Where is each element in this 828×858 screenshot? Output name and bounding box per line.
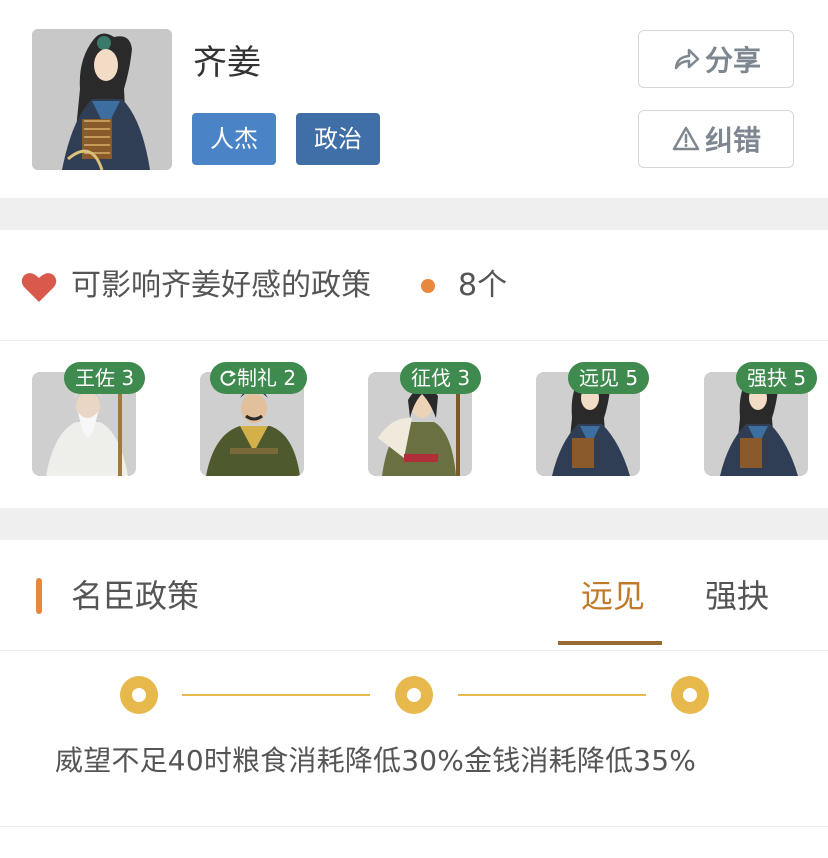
ministers-header: 名臣政策 远见 强抉 xyxy=(0,540,828,651)
level-timeline xyxy=(0,651,828,741)
favor-title: 可影响齐姜好感的政策 xyxy=(71,268,371,303)
timeline-connector xyxy=(182,694,370,696)
share-label: 分享 xyxy=(704,44,761,77)
character-name: 齐姜 xyxy=(193,43,261,83)
character-portrait xyxy=(32,29,172,170)
ministers-title: 名臣政策 xyxy=(71,577,200,615)
tag-zhengzhi[interactable]: 政治 xyxy=(296,113,380,165)
profile-header: 齐姜 人杰 政治 分享 纠错 xyxy=(0,0,828,198)
tag-renjie[interactable]: 人杰 xyxy=(192,113,276,165)
warning-icon xyxy=(672,126,700,151)
section-accent-bar xyxy=(36,578,42,614)
active-tab-underline xyxy=(558,641,662,645)
separator-dot xyxy=(421,279,435,293)
level-node-3[interactable] xyxy=(671,676,709,714)
policy-badge-yuanjian: 远见 5 xyxy=(568,362,650,394)
section-divider xyxy=(0,508,828,540)
favor-header: 可影响齐姜好感的政策 8个 xyxy=(0,230,828,341)
refresh-icon xyxy=(220,370,236,386)
policy-badge-zhili: 制礼 2 xyxy=(210,362,308,394)
share-icon xyxy=(674,48,700,70)
share-button[interactable]: 分享 xyxy=(638,30,794,88)
tab-yuanjian[interactable]: 远见 xyxy=(581,574,645,618)
report-error-button[interactable]: 纠错 xyxy=(638,110,794,168)
report-label: 纠错 xyxy=(704,124,761,157)
policy-badge-qiangjue: 强抉 5 xyxy=(736,362,818,394)
level-node-1[interactable] xyxy=(120,676,158,714)
policy-list: 王佐 3 制礼 2 征伐 3 远见 5 强抉 5 xyxy=(0,341,828,508)
policy-badge-zhili-label: 制礼 2 xyxy=(237,366,297,390)
policy-badge-wangzuo: 王佐 3 xyxy=(64,362,146,394)
policy-description: 威望不足40时粮食消耗降低30%金钱消耗降低35% xyxy=(55,744,697,777)
section-divider xyxy=(0,198,828,230)
tab-qiangjue[interactable]: 强抉 xyxy=(705,574,769,618)
timeline-connector xyxy=(458,694,646,696)
favor-count: 8个 xyxy=(458,268,508,303)
level-node-2[interactable] xyxy=(395,676,433,714)
policy-badge-zhengfa: 征伐 3 xyxy=(400,362,482,394)
heart-icon xyxy=(21,273,57,302)
section-bottom-border xyxy=(0,826,828,827)
